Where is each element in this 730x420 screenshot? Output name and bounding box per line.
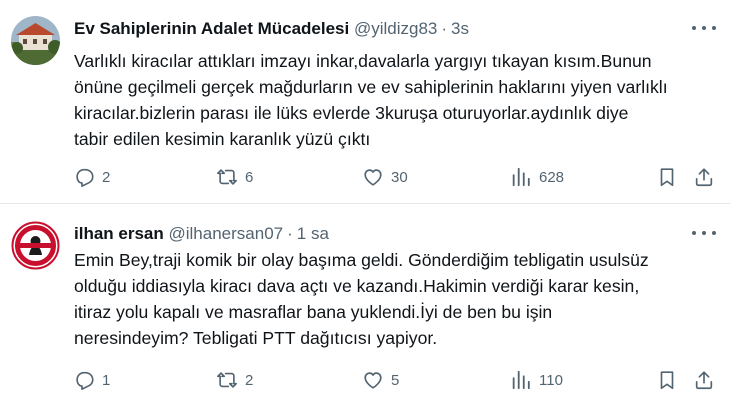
views-button[interactable]: 110 [510, 368, 563, 392]
tweet-divider [0, 203, 730, 204]
tweet-text-line: olduğu iddiasıyla kiracı dava açtı ve ka… [74, 276, 640, 296]
tweet-text-line: Varlıklı kiracılar attıkları imzayı inka… [74, 51, 652, 71]
author-name[interactable]: ilhan ersan [74, 224, 164, 243]
timestamp[interactable]: 1 sa [297, 224, 329, 243]
reply-icon [76, 371, 94, 390]
avatar-seal[interactable] [11, 221, 60, 270]
avatar-house[interactable] [11, 16, 60, 65]
like-count: 5 [391, 371, 400, 389]
repost-icon [217, 372, 237, 388]
repost-count: 2 [245, 371, 254, 389]
like-icon [364, 372, 382, 389]
bookmark-icon [660, 371, 674, 390]
reply-count: 2 [102, 168, 111, 186]
tweet-header: Ev Sahiplerinin Adalet Mücadelesi @yildi… [74, 18, 670, 40]
tweet-header: ilhan ersan @ilhanersan07 · 1 sa [74, 223, 670, 245]
views-icon [512, 370, 530, 390]
bookmark-button[interactable] [656, 368, 678, 392]
views-button[interactable]: 628 [510, 165, 564, 189]
like-button[interactable]: 30 [362, 165, 408, 189]
reply-button[interactable]: 2 [73, 165, 110, 189]
tweet-text-line: kiracılar.bizlerin parası ile lüks evler… [74, 103, 629, 123]
more-icon[interactable] [692, 225, 716, 241]
tweet-text-line: önüne geçilmeli gerçek mağdurların ve ev… [74, 77, 668, 97]
share-button[interactable] [693, 165, 715, 189]
author-handle[interactable]: @yildizg83 [354, 19, 437, 38]
tweet-text-line: itiraz yolu kapalı ve masraflar bana yuk… [74, 302, 553, 322]
bookmark-icon [660, 168, 674, 187]
tweet-text-line: Emin Bey,traji komik bir olay başıma gel… [74, 250, 649, 270]
share-icon [695, 371, 713, 390]
reply-icon [76, 168, 94, 187]
author-handle[interactable]: @ilhanersan07 [169, 224, 284, 243]
tweet-2[interactable]: ilhan ersan @ilhanersan07 · 1 sa Emin Bey,… [0, 205, 730, 420]
share-button[interactable] [693, 368, 715, 392]
tweet-text-line: tabir edilen kesimin karanlık yüzü çıktı [74, 129, 371, 149]
bookmark-button[interactable] [656, 165, 678, 189]
repost-icon [217, 169, 237, 185]
timestamp[interactable]: 3s [451, 19, 469, 38]
views-count: 110 [539, 371, 563, 389]
like-button[interactable]: 5 [362, 368, 399, 392]
like-count: 30 [391, 168, 408, 186]
tweet-actions: 1 2 5 110 [70, 368, 720, 392]
repost-button[interactable]: 2 [216, 368, 253, 392]
reply-count: 1 [102, 371, 111, 389]
repost-count: 6 [245, 168, 254, 186]
tweet-text: Varlıklı kiracılar attıkları imzayı inka… [74, 48, 712, 152]
share-icon [695, 168, 713, 187]
tweet-text-line: neresindeyim? Tebligati PTT dağıtıcısı y… [74, 328, 438, 348]
views-icon [512, 167, 530, 187]
tweet-1[interactable]: Ev Sahiplerinin Adalet Mücadelesi @yildi… [0, 0, 730, 204]
reply-button[interactable]: 1 [73, 368, 110, 392]
views-count: 628 [539, 168, 565, 186]
tweet-text: Emin Bey,traji komik bir olay başıma gel… [74, 247, 712, 351]
more-icon[interactable] [692, 20, 716, 36]
like-icon [364, 169, 382, 186]
separator-dot: · [441, 19, 448, 38]
author-name[interactable]: Ev Sahiplerinin Adalet Mücadelesi [74, 19, 349, 38]
separator-dot: · [287, 224, 293, 243]
repost-button[interactable]: 6 [216, 165, 253, 189]
tweet-actions: 2 6 30 628 [70, 165, 720, 189]
